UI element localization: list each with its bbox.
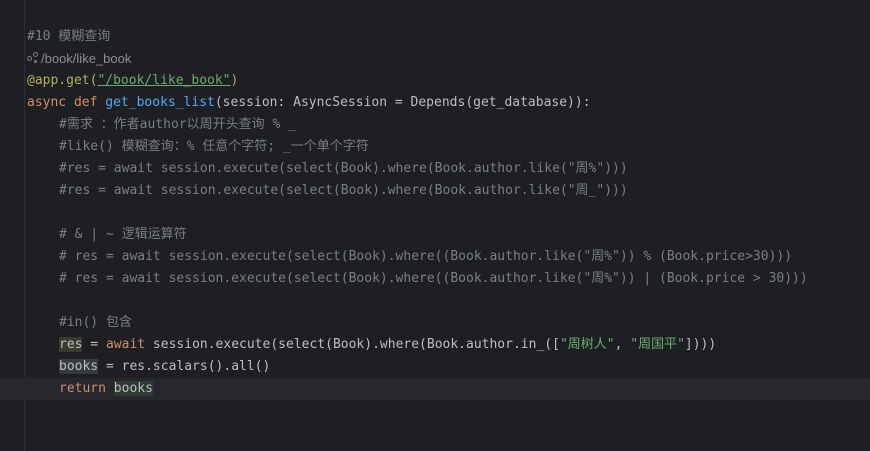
code-line: #like() 模糊查询：% 任意个字符; _一个单个字符 <box>27 136 870 158</box>
comment: #需求 ：作者author以周开头查询 % _ <box>59 117 296 132</box>
comment: #res = await session.execute(select(Book… <box>59 161 628 176</box>
separator: , <box>614 337 631 352</box>
string: "周国平" <box>630 337 685 352</box>
route-string[interactable]: "/book/like_book" <box>97 73 230 88</box>
variable-books: books <box>113 381 153 396</box>
variable-books: books <box>59 359 99 374</box>
code-line: #需求 ：作者author以周开头查询 % _ <box>27 114 870 136</box>
code-line: # & | ~ 逻辑运算符 <box>27 224 870 246</box>
code-text: = res.scalars().all() <box>98 359 271 374</box>
operator: = <box>82 337 106 352</box>
code-line: # res = await session.execute(select(Boo… <box>27 246 870 268</box>
variable-res: res <box>59 337 83 352</box>
decorator-close: ) <box>230 73 239 88</box>
comment: # & | ~ 逻辑运算符 <box>59 227 187 242</box>
comment: # res = await session.execute(select(Boo… <box>59 249 793 264</box>
code-line: res = await session.execute(select(Book)… <box>27 334 870 356</box>
code-line: #10 模糊查询 <box>27 26 870 48</box>
code-line-current[interactable]: return books <box>0 378 870 400</box>
endpoint-link-icon[interactable] <box>27 52 39 64</box>
code-text: session.execute(select(Book).where(Book.… <box>145 337 560 352</box>
code-line: #res = await session.execute(select(Book… <box>27 158 870 180</box>
keyword: await <box>105 337 146 352</box>
code-line: @app.get("/book/like_book") <box>27 70 870 92</box>
comment: #res = await session.execute(select(Book… <box>59 183 628 198</box>
code-line: # res = await session.execute(select(Boo… <box>27 268 870 290</box>
code-editor[interactable]: #10 模糊查询 /book/like_book @app.get("/book… <box>0 26 870 400</box>
function-name: get_books_list <box>105 95 215 110</box>
code-line: /book/like_book <box>27 48 870 70</box>
string: "周树人" <box>559 337 615 352</box>
comment: # res = await session.execute(select(Boo… <box>59 271 808 286</box>
comment: #10 模糊查询 <box>27 29 111 44</box>
function-signature: (session: AsyncSession = Depends(get_dat… <box>214 95 591 110</box>
keyword: return <box>59 381 114 396</box>
endpoint-url-hint[interactable]: /book/like_book <box>41 51 131 66</box>
code-line: async def get_books_list(session: AsyncS… <box>27 92 870 114</box>
decorator: @app.get( <box>27 73 98 88</box>
keyword: async def <box>27 95 106 110</box>
code-line: books = res.scalars().all() <box>27 356 870 378</box>
code-line: #in() 包含 <box>27 312 870 334</box>
comment: #in() 包含 <box>59 315 132 330</box>
code-text: ]))) <box>684 337 717 352</box>
comment: #like() 模糊查询：% 任意个字符; _一个单个字符 <box>59 139 369 154</box>
code-line: #res = await session.execute(select(Book… <box>27 180 870 202</box>
